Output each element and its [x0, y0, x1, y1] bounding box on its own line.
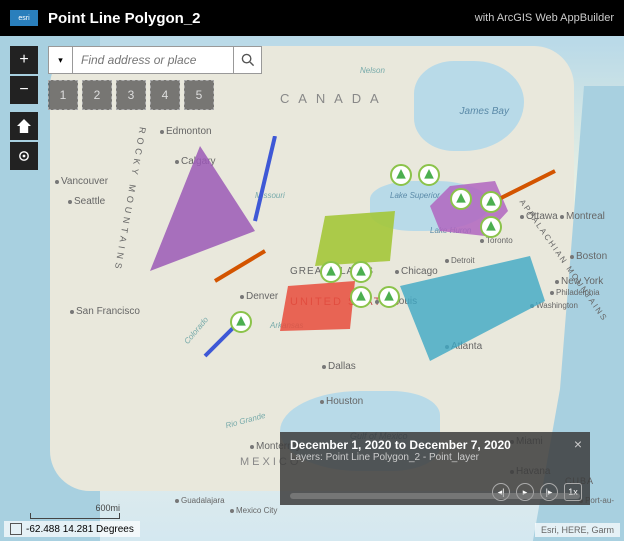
- home-button[interactable]: [10, 112, 38, 140]
- home-icon: [17, 119, 31, 133]
- timeslider-close-button[interactable]: ×: [574, 436, 582, 452]
- label-nelson: Nelson: [360, 66, 385, 75]
- scalebar-label: 600mi: [30, 503, 120, 513]
- time-slider-widget: × December 1, 2020 to December 7, 2020 L…: [280, 432, 590, 505]
- tree-point-icon[interactable]: [350, 286, 372, 308]
- timeslider-date-range: December 1, 2020 to December 7, 2020: [290, 438, 580, 452]
- search-source-dropdown[interactable]: ▾: [49, 47, 73, 73]
- polygon-red[interactable]: [280, 281, 360, 336]
- city-boston: Boston: [570, 251, 607, 262]
- city-sf: San Francisco: [70, 306, 140, 317]
- line-orange-west[interactable]: [210, 246, 270, 286]
- tree-point-icon[interactable]: [390, 164, 412, 186]
- bookmark-5[interactable]: 5: [184, 80, 214, 110]
- bookmark-1[interactable]: 1: [48, 80, 78, 110]
- tree-point-icon[interactable]: [378, 286, 400, 308]
- app-header: esri Point Line Polygon_2 with ArcGIS We…: [0, 0, 624, 36]
- scalebar-line: [30, 513, 120, 519]
- city-guadalajara: Guadalajara: [175, 496, 225, 505]
- search-input[interactable]: [73, 47, 233, 73]
- city-philly: Philadelphia: [550, 288, 600, 297]
- city-mexico-city: Mexico City: [230, 506, 277, 515]
- zoom-in-button[interactable]: +: [10, 46, 38, 74]
- city-dallas: Dallas: [322, 361, 356, 372]
- bookmark-2[interactable]: 2: [82, 80, 112, 110]
- tree-point-icon[interactable]: [450, 188, 472, 210]
- bookmark-3[interactable]: 3: [116, 80, 146, 110]
- line-blue-north[interactable]: [250, 136, 280, 226]
- city-montreal: Montreal: [560, 211, 605, 222]
- locate-button[interactable]: [10, 142, 38, 170]
- map-attribution: Esri, HERE, Garm: [535, 523, 620, 537]
- city-vancouver: Vancouver: [55, 176, 108, 187]
- zoom-out-button[interactable]: −: [10, 76, 38, 104]
- esri-logo: esri: [10, 10, 38, 26]
- polygon-teal[interactable]: [390, 256, 550, 366]
- timeslider-layers-label: Layers: Point Line Polygon_2 - Point_lay…: [290, 452, 580, 463]
- tree-point-icon[interactable]: [350, 261, 372, 283]
- tree-point-icon[interactable]: [418, 164, 440, 186]
- tree-point-icon[interactable]: [320, 261, 342, 283]
- bookmark-4[interactable]: 4: [150, 80, 180, 110]
- app-title: Point Line Polygon_2: [48, 10, 475, 27]
- search-bar: ▾: [48, 46, 262, 74]
- coordinate-display[interactable]: -62.488 14.281 Degrees: [4, 521, 140, 537]
- city-edmonton: Edmonton: [160, 126, 212, 137]
- label-canada: C A N A D A: [280, 91, 382, 106]
- app-subtitle: with ArcGIS Web AppBuilder: [475, 12, 614, 24]
- zoom-controls: + −: [10, 46, 38, 170]
- city-houston: Houston: [320, 396, 363, 407]
- map-canvas[interactable]: C A N A D A UNITED STATES MEXICO GREAT P…: [0, 36, 624, 541]
- search-icon: [241, 53, 255, 67]
- city-seattle: Seattle: [68, 196, 105, 207]
- label-james-bay: James Bay: [460, 106, 509, 117]
- tree-point-icon[interactable]: [480, 191, 502, 213]
- tree-point-icon[interactable]: [480, 216, 502, 238]
- bookmark-bar: 1 2 3 4 5: [48, 80, 214, 110]
- coordinate-text: -62.488 14.281 Degrees: [26, 524, 134, 535]
- timeslider-track[interactable]: [290, 493, 580, 499]
- scalebar: 600mi: [30, 503, 120, 519]
- city-denver: Denver: [240, 291, 278, 302]
- city-ny: New York: [555, 276, 603, 287]
- locate-icon: [17, 149, 31, 163]
- search-button[interactable]: [233, 47, 261, 73]
- city-ottawa: Ottawa: [520, 211, 558, 222]
- coordinate-toggle-icon[interactable]: [10, 523, 22, 535]
- tree-point-icon[interactable]: [230, 311, 252, 333]
